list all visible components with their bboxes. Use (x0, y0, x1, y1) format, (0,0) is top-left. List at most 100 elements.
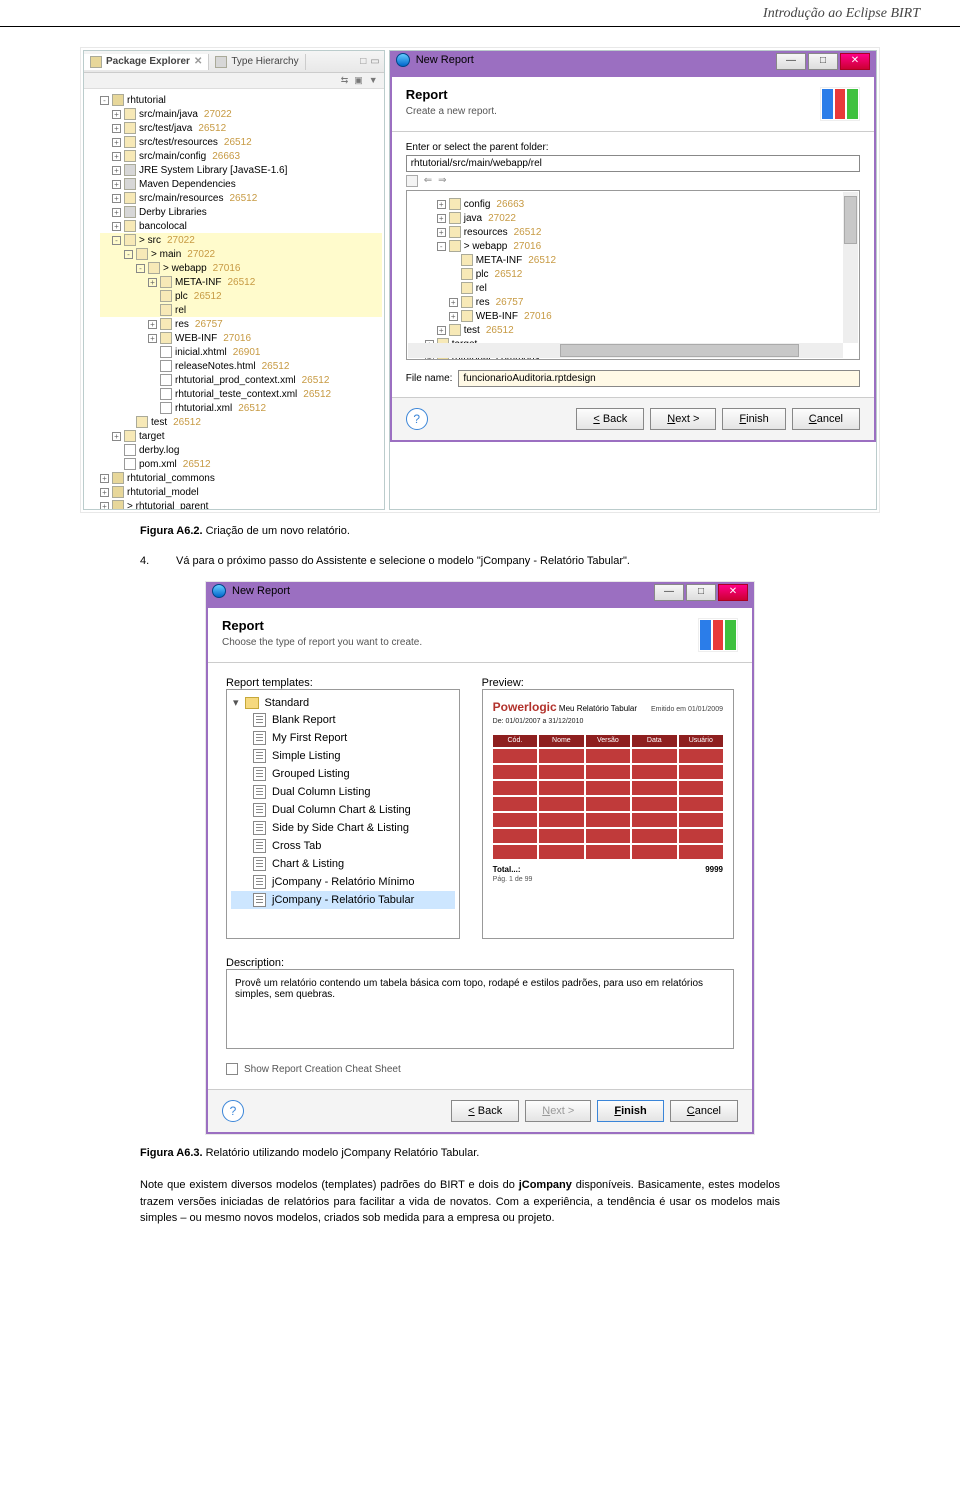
horizontal-scrollbar[interactable] (408, 343, 843, 358)
tree-toggle-icon[interactable]: + (112, 110, 121, 119)
tree-toggle-icon[interactable]: + (148, 278, 157, 287)
tree-item-label[interactable]: rhtutorial_model (127, 487, 199, 498)
tree-item-label[interactable]: releaseNotes.html (175, 361, 256, 372)
back-button[interactable]: < Back (451, 1100, 519, 1122)
maximize-button[interactable]: □ (686, 584, 716, 601)
tree-toggle-icon[interactable]: + (100, 502, 109, 510)
tree-toggle-icon[interactable]: + (100, 474, 109, 483)
tree-item-label[interactable]: rhtutorial (127, 95, 166, 106)
vertical-scrollbar[interactable] (843, 192, 858, 343)
tree-item-label[interactable]: > webapp (163, 263, 207, 274)
tree-item-label[interactable]: plc (175, 291, 188, 302)
tree-toggle-icon[interactable]: + (437, 228, 446, 237)
tree-toggle-icon[interactable]: + (148, 320, 157, 329)
template-item[interactable]: Blank Report (231, 711, 455, 729)
tree-toggle-icon[interactable]: + (112, 208, 121, 217)
tree-toggle-icon[interactable]: + (449, 298, 458, 307)
tree-item-label[interactable]: WEB-INF (175, 333, 217, 344)
tree-toggle-icon[interactable]: - (136, 264, 145, 273)
minimize-button[interactable]: — (654, 584, 684, 601)
cancel-button[interactable]: Cancel (670, 1100, 738, 1122)
tree-toggle-icon[interactable]: - (437, 242, 446, 251)
close-button[interactable]: ✕ (840, 53, 870, 70)
tree-toggle-icon[interactable]: + (112, 124, 121, 133)
tree-item-label[interactable]: Derby Libraries (139, 207, 207, 218)
template-item[interactable]: Dual Column Listing (231, 783, 455, 801)
tree-item-label[interactable]: META-INF (175, 277, 221, 288)
home-icon[interactable] (406, 175, 418, 187)
tree-toggle-icon[interactable]: + (112, 166, 121, 175)
tree-item-label[interactable]: config (464, 199, 491, 210)
tree-toggle-icon[interactable]: - (100, 96, 109, 105)
back-icon[interactable]: ⇐ (424, 175, 432, 187)
tree-item-label[interactable]: res (476, 297, 490, 308)
tree-item-label[interactable]: test (464, 325, 480, 336)
template-item[interactable]: Cross Tab (231, 837, 455, 855)
template-item[interactable]: Side by Side Chart & Listing (231, 819, 455, 837)
tree-item-label[interactable]: target (139, 431, 165, 442)
minimize-button[interactable]: — (776, 53, 806, 70)
tree-item-label[interactable]: test (151, 417, 167, 428)
tree-item-label[interactable]: java (464, 213, 482, 224)
tree-item-label[interactable]: > webapp (464, 241, 508, 252)
tree-toggle-icon[interactable]: + (112, 180, 121, 189)
tree-item-label[interactable]: rel (175, 305, 186, 316)
tree-item-label[interactable]: src/test/resources (139, 137, 218, 148)
tree-item-label[interactable]: src/main/config (139, 151, 206, 162)
template-item[interactable]: Grouped Listing (231, 765, 455, 783)
tree-item-label[interactable]: res (175, 319, 189, 330)
tree-toggle-icon[interactable]: - (112, 236, 121, 245)
minimize-icon[interactable]: □ (360, 56, 366, 67)
tree-toggle-icon[interactable]: + (148, 334, 157, 343)
tree-item-label[interactable]: rhtutorial.xml (175, 403, 232, 414)
tab-type-hierarchy[interactable]: Type Hierarchy (209, 54, 305, 70)
close-tab-icon[interactable]: ✕ (194, 56, 202, 67)
tree-item-label[interactable]: bancolocal (139, 221, 187, 232)
back-button[interactable]: < Back (576, 408, 644, 430)
file-name-input[interactable] (458, 370, 860, 387)
collapse-all-icon[interactable]: ▣ (354, 75, 363, 86)
tree-item-label[interactable]: rhtutorial_commons (127, 473, 215, 484)
tree-toggle-icon[interactable]: + (449, 312, 458, 321)
template-item[interactable]: Simple Listing (231, 747, 455, 765)
package-tree[interactable]: -rhtutorial+src/main/java27022+src/test/… (84, 89, 384, 509)
tree-toggle-icon[interactable]: + (112, 152, 121, 161)
tree-item-label[interactable]: derby.log (139, 445, 179, 456)
next-button[interactable]: Next > (525, 1100, 591, 1122)
view-menu-icon[interactable]: ▼ (369, 75, 378, 86)
tree-item-label[interactable]: plc (476, 269, 489, 280)
tree-toggle-icon[interactable]: - (124, 250, 133, 259)
tree-item-label[interactable]: META-INF (476, 255, 522, 266)
tree-item-label[interactable]: src/main/java (139, 109, 198, 120)
forward-icon[interactable]: ⇒ (438, 175, 446, 187)
tree-toggle-icon[interactable]: + (112, 432, 121, 441)
tree-item-label[interactable]: rhtutorial_prod_context.xml (175, 375, 296, 386)
tree-item-label[interactable]: Maven Dependencies (139, 179, 236, 190)
parent-folder-input[interactable] (406, 155, 860, 172)
help-button[interactable]: ? (222, 1100, 244, 1122)
cancel-button[interactable]: Cancel (792, 408, 860, 430)
tree-item-label[interactable]: src/main/resources (139, 193, 223, 204)
maximize-button[interactable]: □ (808, 53, 838, 70)
next-button[interactable]: Next > (650, 408, 716, 430)
close-button[interactable]: ✕ (718, 584, 748, 601)
help-button[interactable]: ? (406, 408, 428, 430)
tree-toggle-icon[interactable]: + (437, 326, 446, 335)
tree-item-label[interactable]: inicial.xhtml (175, 347, 227, 358)
template-item[interactable]: Dual Column Chart & Listing (231, 801, 455, 819)
tab-package-explorer[interactable]: Package Explorer ✕ (84, 54, 209, 70)
tree-item-label[interactable]: > src (139, 235, 161, 246)
link-with-editor-icon[interactable]: ⇆ (341, 75, 349, 86)
tree-toggle-icon[interactable]: + (112, 138, 121, 147)
tree-item-label[interactable]: src/test/java (139, 123, 192, 134)
folder-tree[interactable]: +config26663+java27022+resources26512-> … (409, 193, 857, 360)
tree-item-label[interactable]: rhtutorial_teste_context.xml (175, 389, 297, 400)
tree-item-label[interactable]: > rhtutorial_parent (127, 501, 208, 510)
maximize-icon[interactable]: ▭ (370, 56, 379, 67)
templates-list[interactable]: ▾StandardBlank ReportMy First ReportSimp… (226, 689, 460, 939)
tree-toggle-icon[interactable]: + (437, 200, 446, 209)
tree-toggle-icon[interactable]: + (112, 222, 121, 231)
tree-toggle-icon[interactable]: + (112, 194, 121, 203)
template-item[interactable]: jCompany - Relatório Tabular (231, 891, 455, 909)
tree-item-label[interactable]: resources (464, 227, 508, 238)
